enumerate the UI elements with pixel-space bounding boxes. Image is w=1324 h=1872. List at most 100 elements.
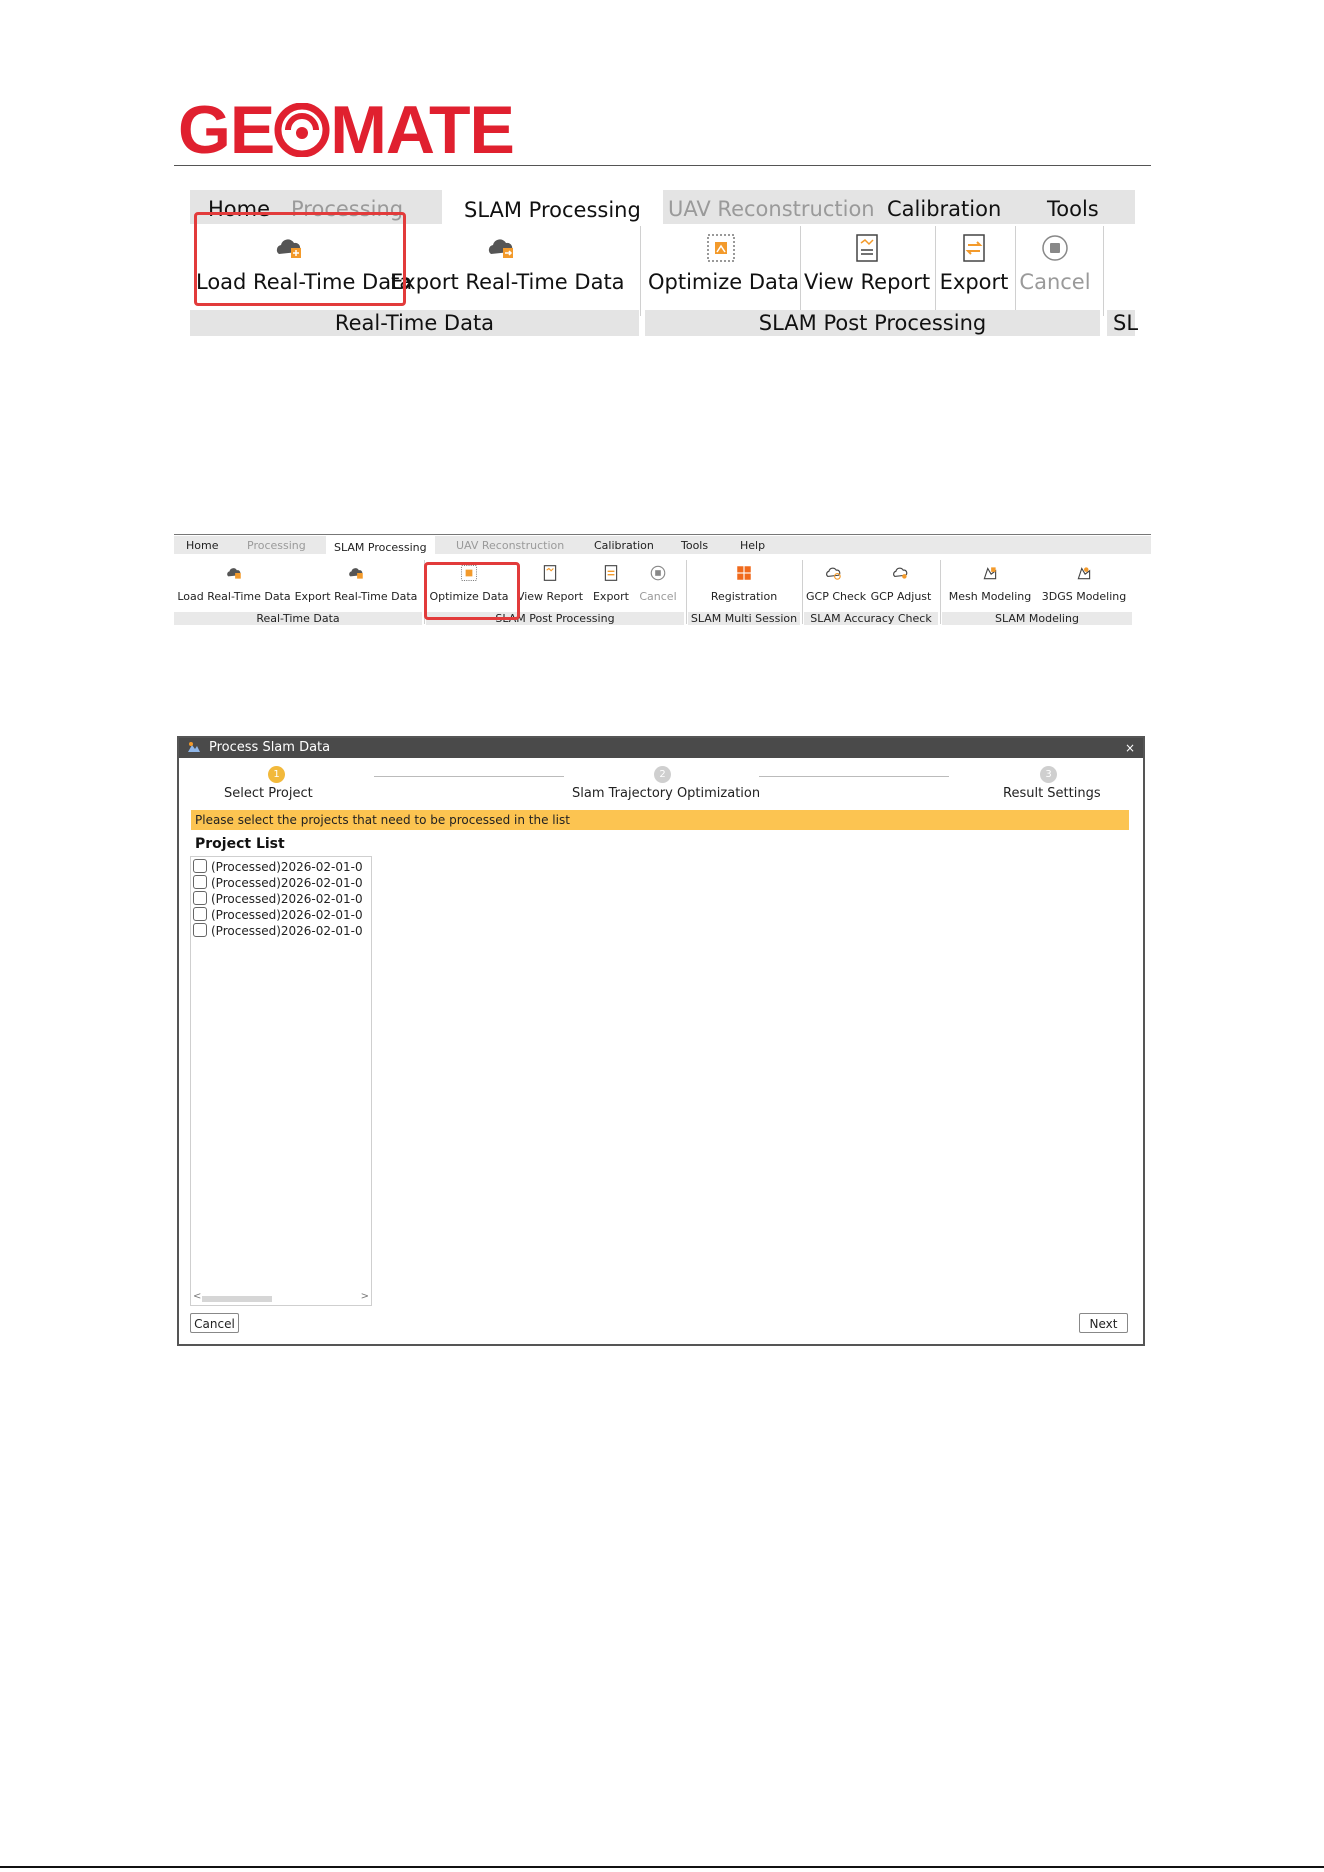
ribbon-separator	[640, 226, 641, 316]
cloud-export-icon	[349, 568, 363, 579]
ribbon-small-top-rule	[174, 534, 1151, 535]
load-real-time-data-button[interactable]: Load Real-Time Data	[176, 564, 292, 603]
gcp-check-label: GCP Check	[806, 590, 867, 603]
ribbon-separator	[802, 560, 803, 624]
tab-help[interactable]: Help	[740, 539, 765, 552]
tab-calibration[interactable]: Calibration	[887, 194, 1001, 224]
project-list-title: Project List	[195, 836, 285, 852]
gcp-adjust-button[interactable]: GCP Adjust	[870, 564, 932, 603]
list-item[interactable]: (Processed)2026-02-01-0	[193, 923, 363, 939]
ribbon-separator	[800, 226, 801, 316]
project-name: (Processed)2026-02-01-0	[211, 892, 363, 906]
optimize-data-label: Optimize Data	[648, 270, 799, 294]
instruction-banner: Please select the projects that need to …	[191, 810, 1129, 830]
tab-tools[interactable]: Tools	[1047, 194, 1099, 224]
stop-icon	[1042, 235, 1068, 261]
view-report-button[interactable]: View Report	[514, 564, 586, 603]
gcp-adjust-icon	[893, 567, 908, 579]
scrollbar-thumb[interactable]	[202, 1296, 272, 1302]
step-connector	[759, 776, 949, 777]
tab-calibration[interactable]: Calibration	[594, 539, 654, 552]
header-divider	[174, 165, 1151, 166]
gcp-check-icon	[826, 567, 841, 580]
group-slam-accuracy-check: SLAM Accuracy Check	[804, 612, 938, 625]
export-label: Export	[592, 590, 629, 603]
tab-home[interactable]: Home	[186, 539, 218, 552]
optimize-data-button[interactable]: Optimize Data	[648, 232, 799, 294]
highlight-load-real-time-data	[194, 212, 406, 306]
view-report-button[interactable]: View Report	[804, 232, 930, 294]
next-button[interactable]: Next	[1079, 1313, 1128, 1333]
cancel-label: Cancel	[639, 590, 677, 603]
close-icon[interactable]: ×	[1125, 738, 1135, 758]
checkbox[interactable]	[193, 859, 207, 873]
scroll-left-icon[interactable]: <	[193, 1291, 201, 1302]
project-name: (Processed)2026-02-01-0	[211, 908, 363, 922]
step-1-indicator: 1	[268, 766, 285, 783]
registration-icon	[737, 566, 751, 580]
report-icon	[543, 565, 557, 581]
list-item[interactable]: (Processed)2026-02-01-0	[193, 907, 363, 923]
cancel-label: Cancel	[1019, 270, 1091, 294]
ribbon-separator	[940, 560, 941, 624]
cancel-button[interactable]: Cancel	[1017, 232, 1093, 294]
load-real-time-data-label: Load Real-Time Data	[177, 590, 291, 603]
registration-button[interactable]: Registration	[690, 564, 798, 603]
export-real-time-data-button[interactable]: Export Real-Time Data	[294, 564, 418, 603]
gcp-check-button[interactable]: GCP Check	[806, 564, 867, 603]
group-slam-post-processing: SLAM Post Processing	[645, 310, 1100, 336]
tab-slam-processing[interactable]: SLAM Processing	[326, 536, 435, 554]
step-3-indicator: 3	[1040, 766, 1057, 783]
checkbox[interactable]	[193, 907, 207, 921]
list-item[interactable]: (Processed)2026-02-01-0	[193, 859, 363, 875]
registration-label: Registration	[710, 590, 778, 603]
checkbox[interactable]	[193, 891, 207, 905]
export-icon	[604, 565, 618, 581]
checkbox[interactable]	[193, 923, 207, 937]
group-slam-modeling: SLAM Modeling	[942, 612, 1132, 625]
dialog-titlebar: Process Slam Data ×	[179, 738, 1143, 758]
ribbon-separator	[935, 226, 936, 316]
export-real-time-data-label: Export Real-Time Data	[294, 590, 418, 603]
dialog-title: Process Slam Data	[209, 740, 331, 755]
ribbon-separator	[1015, 226, 1016, 316]
list-item[interactable]: (Processed)2026-02-01-0	[193, 891, 363, 907]
export-button[interactable]: Export	[590, 564, 632, 603]
project-list[interactable]: (Processed)2026-02-01-0 (Processed)2026-…	[190, 856, 372, 1306]
export-icon	[963, 234, 985, 262]
export-real-time-data-button[interactable]: Export Real-Time Data	[390, 232, 625, 294]
tab-processing[interactable]: Processing	[247, 539, 306, 552]
view-report-label: View Report	[804, 270, 931, 294]
cancel-button[interactable]: Cancel	[190, 1313, 239, 1333]
export-button[interactable]: Export	[938, 232, 1010, 294]
step-2-indicator: 2	[654, 766, 671, 783]
3dgs-modeling-button[interactable]: 3DGS Modeling	[1040, 564, 1128, 603]
logo-text-right: MATE	[330, 92, 515, 168]
step-connector	[374, 776, 564, 777]
tab-slam-processing[interactable]: SLAM Processing	[442, 190, 663, 224]
tab-uav-reconstruction[interactable]: UAV Reconstruction	[668, 194, 875, 224]
mesh-modeling-button[interactable]: Mesh Modeling	[946, 564, 1034, 603]
ribbon-small-tabbar: Home Processing SLAM Processing UAV Reco…	[174, 536, 1151, 554]
ribbon-separator	[686, 560, 687, 624]
logo-text-left: GE	[178, 92, 275, 168]
app-icon	[188, 742, 200, 752]
brand-logo: GE MATE	[178, 96, 515, 164]
tab-tools[interactable]: Tools	[681, 539, 708, 552]
footer-rule	[0, 1866, 1324, 1868]
stop-icon	[650, 565, 666, 581]
tab-uav-reconstruction[interactable]: UAV Reconstruction	[456, 539, 564, 552]
step-2-label: Slam Trajectory Optimization	[572, 786, 761, 801]
cancel-button[interactable]: Cancel	[636, 564, 680, 603]
cloud-import-icon	[227, 568, 241, 579]
optimize-icon	[707, 234, 735, 262]
highlight-optimize-data	[424, 562, 520, 620]
list-item[interactable]: (Processed)2026-02-01-0	[193, 875, 363, 891]
export-real-time-data-label: Export Real-Time Data	[390, 270, 625, 294]
step-1-label: Select Project	[224, 786, 313, 801]
group-real-time-data: Real-Time Data	[190, 310, 639, 336]
scroll-right-icon[interactable]: >	[361, 1291, 369, 1302]
checkbox[interactable]	[193, 875, 207, 889]
project-name: (Processed)2026-02-01-0	[211, 860, 363, 874]
horizontal-scrollbar[interactable]: < >	[191, 1291, 371, 1305]
